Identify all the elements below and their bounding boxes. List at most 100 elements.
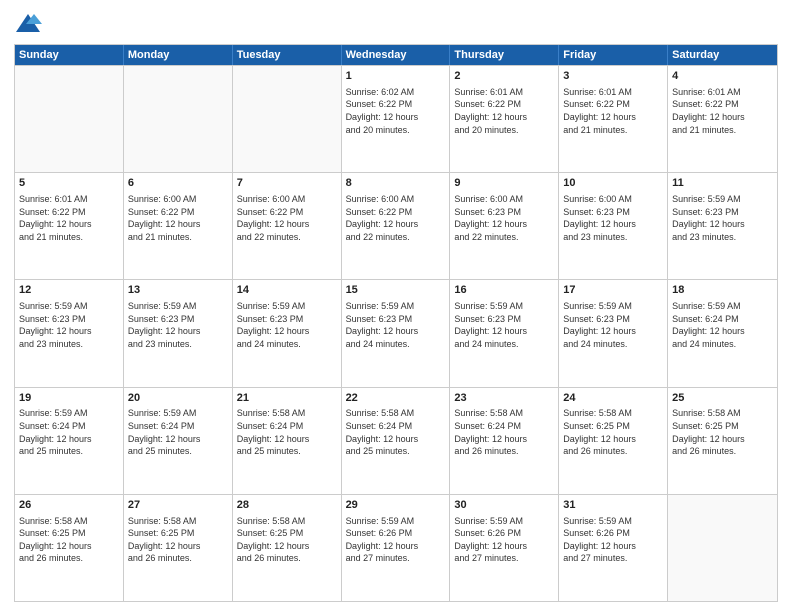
cal-cell: 8 Sunrise: 6:00 AM Sunset: 6:22 PM Daylig… xyxy=(342,173,451,279)
calendar-body: 1 Sunrise: 6:02 AM Sunset: 6:22 PM Daylig… xyxy=(15,65,777,601)
cal-cell: 18 Sunrise: 5:59 AM Sunset: 6:24 PM Dayli… xyxy=(668,280,777,386)
day-number: 4 xyxy=(672,69,773,84)
cal-week-3: 12 Sunrise: 5:59 AM Sunset: 6:23 PM Dayli… xyxy=(15,279,777,386)
cell-info: Sunrise: 6:00 AM Sunset: 6:22 PM Dayligh… xyxy=(128,193,228,243)
cell-info: Sunrise: 5:58 AM Sunset: 6:25 PM Dayligh… xyxy=(128,515,228,565)
cal-header-wednesday: Wednesday xyxy=(342,45,451,65)
day-number: 19 xyxy=(19,391,119,406)
cal-cell xyxy=(233,66,342,172)
cell-info: Sunrise: 5:59 AM Sunset: 6:23 PM Dayligh… xyxy=(19,300,119,350)
cal-cell: 25Sunrise: 5:58 AM Sunset: 6:25 PM Dayli… xyxy=(668,388,777,494)
cal-cell: 4 Sunrise: 6:01 AM Sunset: 6:22 PM Daylig… xyxy=(668,66,777,172)
cal-cell: 31 Sunrise: 5:59 AM Sunset: 6:26 PM Dayli… xyxy=(559,495,668,601)
cell-info: Sunrise: 5:59 AM Sunset: 6:23 PM Dayligh… xyxy=(672,193,773,243)
cell-info: Sunrise: 5:59 AM Sunset: 6:26 PM Dayligh… xyxy=(563,515,663,565)
cal-header-thursday: Thursday xyxy=(450,45,559,65)
cell-info: Sunrise: 5:59 AM Sunset: 6:24 PM Dayligh… xyxy=(19,407,119,457)
cell-info: Sunrise: 5:58 AM Sunset: 6:24 PM Dayligh… xyxy=(454,407,554,457)
cal-cell: 9 Sunrise: 6:00 AM Sunset: 6:23 PM Daylig… xyxy=(450,173,559,279)
day-number: 25 xyxy=(672,391,773,406)
cell-info: Sunrise: 5:59 AM Sunset: 6:23 PM Dayligh… xyxy=(237,300,337,350)
day-number: 11 xyxy=(672,176,773,191)
cell-info: Sunrise: 6:01 AM Sunset: 6:22 PM Dayligh… xyxy=(563,86,663,136)
cell-info: Sunrise: 5:58 AM Sunset: 6:25 PM Dayligh… xyxy=(19,515,119,565)
cal-header-sunday: Sunday xyxy=(15,45,124,65)
cal-cell: 28 Sunrise: 5:58 AM Sunset: 6:25 PM Dayli… xyxy=(233,495,342,601)
day-number: 13 xyxy=(128,283,228,298)
calendar-header-row: SundayMondayTuesdayWednesdayThursdayFrid… xyxy=(15,45,777,65)
cal-header-friday: Friday xyxy=(559,45,668,65)
day-number: 15 xyxy=(346,283,446,298)
day-number: 1 xyxy=(346,69,446,84)
day-number: 16 xyxy=(454,283,554,298)
day-number: 21 xyxy=(237,391,337,406)
day-number: 23 xyxy=(454,391,554,406)
day-number: 2 xyxy=(454,69,554,84)
day-number: 22 xyxy=(346,391,446,406)
cal-cell: 23Sunrise: 5:58 AM Sunset: 6:24 PM Dayli… xyxy=(450,388,559,494)
cal-cell: 14 Sunrise: 5:59 AM Sunset: 6:23 PM Dayli… xyxy=(233,280,342,386)
cal-cell: 24Sunrise: 5:58 AM Sunset: 6:25 PM Dayli… xyxy=(559,388,668,494)
day-number: 5 xyxy=(19,176,119,191)
cell-info: Sunrise: 6:00 AM Sunset: 6:23 PM Dayligh… xyxy=(454,193,554,243)
logo xyxy=(14,10,46,38)
cal-cell: 7 Sunrise: 6:00 AM Sunset: 6:22 PM Daylig… xyxy=(233,173,342,279)
cell-info: Sunrise: 5:58 AM Sunset: 6:24 PM Dayligh… xyxy=(237,407,337,457)
cal-week-4: 19Sunrise: 5:59 AM Sunset: 6:24 PM Dayli… xyxy=(15,387,777,494)
day-number: 9 xyxy=(454,176,554,191)
cal-cell: 17Sunrise: 5:59 AM Sunset: 6:23 PM Dayli… xyxy=(559,280,668,386)
cell-info: Sunrise: 5:58 AM Sunset: 6:25 PM Dayligh… xyxy=(672,407,773,457)
day-number: 31 xyxy=(563,498,663,513)
cal-cell: 13 Sunrise: 5:59 AM Sunset: 6:23 PM Dayli… xyxy=(124,280,233,386)
cal-cell: 16 Sunrise: 5:59 AM Sunset: 6:23 PM Dayli… xyxy=(450,280,559,386)
day-number: 8 xyxy=(346,176,446,191)
cell-info: Sunrise: 5:59 AM Sunset: 6:26 PM Dayligh… xyxy=(346,515,446,565)
cal-cell: 6 Sunrise: 6:00 AM Sunset: 6:22 PM Daylig… xyxy=(124,173,233,279)
cal-cell: 30 Sunrise: 5:59 AM Sunset: 6:26 PM Dayli… xyxy=(450,495,559,601)
cell-info: Sunrise: 6:01 AM Sunset: 6:22 PM Dayligh… xyxy=(19,193,119,243)
day-number: 30 xyxy=(454,498,554,513)
day-number: 10 xyxy=(563,176,663,191)
day-number: 12 xyxy=(19,283,119,298)
cal-header-monday: Monday xyxy=(124,45,233,65)
cal-header-saturday: Saturday xyxy=(668,45,777,65)
cell-info: Sunrise: 5:58 AM Sunset: 6:25 PM Dayligh… xyxy=(563,407,663,457)
cell-info: Sunrise: 5:59 AM Sunset: 6:23 PM Dayligh… xyxy=(454,300,554,350)
cell-info: Sunrise: 5:58 AM Sunset: 6:25 PM Dayligh… xyxy=(237,515,337,565)
cell-info: Sunrise: 5:59 AM Sunset: 6:23 PM Dayligh… xyxy=(128,300,228,350)
cell-info: Sunrise: 5:59 AM Sunset: 6:24 PM Dayligh… xyxy=(672,300,773,350)
cell-info: Sunrise: 6:01 AM Sunset: 6:22 PM Dayligh… xyxy=(672,86,773,136)
cell-info: Sunrise: 5:59 AM Sunset: 6:24 PM Dayligh… xyxy=(128,407,228,457)
day-number: 6 xyxy=(128,176,228,191)
cal-cell: 11 Sunrise: 5:59 AM Sunset: 6:23 PM Dayli… xyxy=(668,173,777,279)
cell-info: Sunrise: 6:00 AM Sunset: 6:23 PM Dayligh… xyxy=(563,193,663,243)
cell-info: Sunrise: 5:59 AM Sunset: 6:26 PM Dayligh… xyxy=(454,515,554,565)
cal-cell: 21Sunrise: 5:58 AM Sunset: 6:24 PM Dayli… xyxy=(233,388,342,494)
day-number: 24 xyxy=(563,391,663,406)
day-number: 26 xyxy=(19,498,119,513)
calendar: SundayMondayTuesdayWednesdayThursdayFrid… xyxy=(14,44,778,602)
cell-info: Sunrise: 6:00 AM Sunset: 6:22 PM Dayligh… xyxy=(346,193,446,243)
day-number: 14 xyxy=(237,283,337,298)
cal-cell: 2 Sunrise: 6:01 AM Sunset: 6:22 PM Daylig… xyxy=(450,66,559,172)
cal-cell: 12 Sunrise: 5:59 AM Sunset: 6:23 PM Dayli… xyxy=(15,280,124,386)
day-number: 28 xyxy=(237,498,337,513)
cal-cell: 22Sunrise: 5:58 AM Sunset: 6:24 PM Dayli… xyxy=(342,388,451,494)
header xyxy=(14,10,778,38)
cell-info: Sunrise: 6:00 AM Sunset: 6:22 PM Dayligh… xyxy=(237,193,337,243)
cal-cell xyxy=(668,495,777,601)
cell-info: Sunrise: 5:59 AM Sunset: 6:23 PM Dayligh… xyxy=(346,300,446,350)
cal-cell: 10 Sunrise: 6:00 AM Sunset: 6:23 PM Dayli… xyxy=(559,173,668,279)
cal-header-tuesday: Tuesday xyxy=(233,45,342,65)
cal-cell xyxy=(15,66,124,172)
cal-cell: 15 Sunrise: 5:59 AM Sunset: 6:23 PM Dayli… xyxy=(342,280,451,386)
day-number: 18 xyxy=(672,283,773,298)
cell-info: Sunrise: 5:58 AM Sunset: 6:24 PM Dayligh… xyxy=(346,407,446,457)
cal-cell: 26 Sunrise: 5:58 AM Sunset: 6:25 PM Dayli… xyxy=(15,495,124,601)
cal-cell: 5 Sunrise: 6:01 AM Sunset: 6:22 PM Daylig… xyxy=(15,173,124,279)
cell-info: Sunrise: 6:02 AM Sunset: 6:22 PM Dayligh… xyxy=(346,86,446,136)
day-number: 7 xyxy=(237,176,337,191)
cal-cell: 27Sunrise: 5:58 AM Sunset: 6:25 PM Dayli… xyxy=(124,495,233,601)
cal-cell: 19Sunrise: 5:59 AM Sunset: 6:24 PM Dayli… xyxy=(15,388,124,494)
cell-info: Sunrise: 6:01 AM Sunset: 6:22 PM Dayligh… xyxy=(454,86,554,136)
